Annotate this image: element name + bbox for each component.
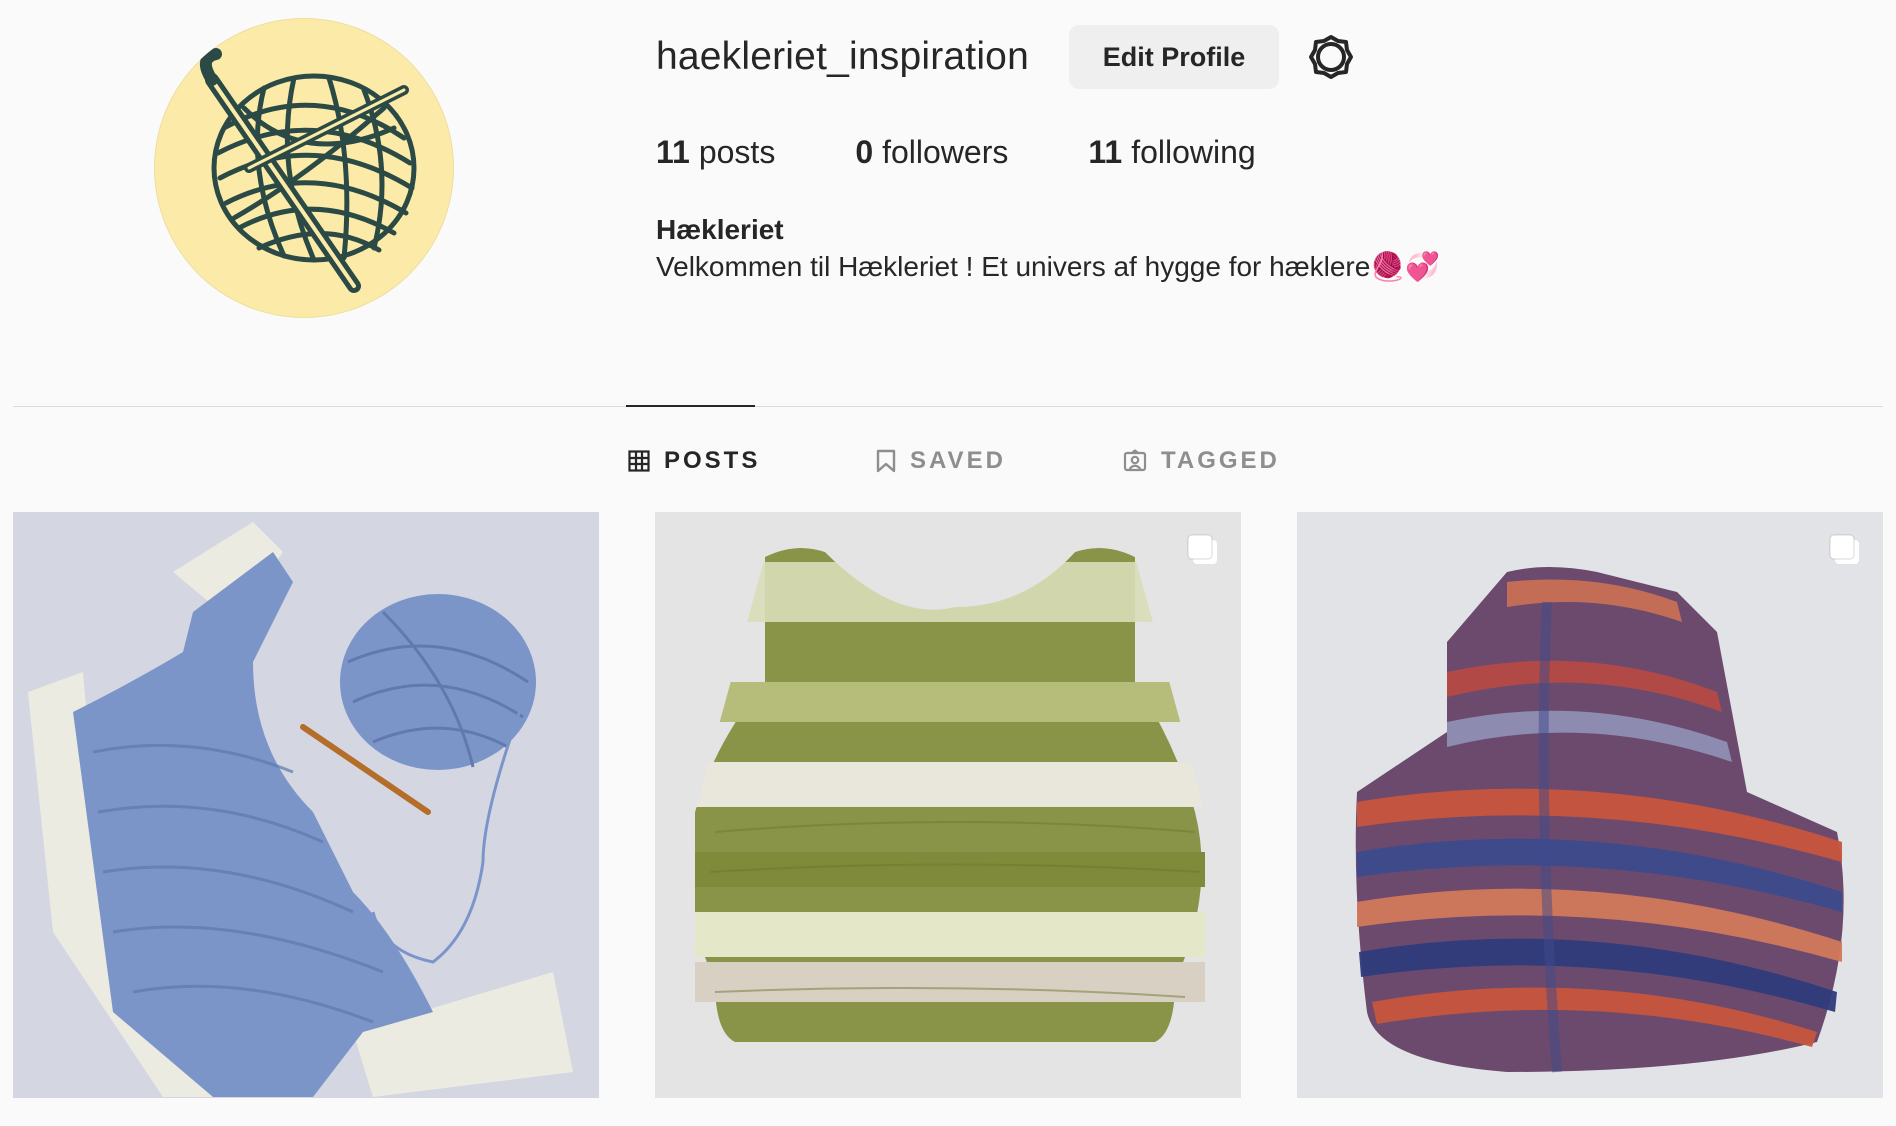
grid-icon	[628, 450, 650, 472]
posts-label: posts	[698, 134, 776, 170]
post-image-multicolor-vest	[1297, 512, 1883, 1098]
profile-stats: 11 posts 0 followers 11 following	[656, 134, 1256, 171]
username: haekleriet_inspiration	[656, 35, 1029, 78]
edit-profile-button[interactable]: Edit Profile	[1068, 25, 1279, 89]
posts-stat: 11 posts	[656, 134, 775, 171]
tab-posts-label: POSTS	[664, 447, 761, 474]
tab-posts[interactable]: POSTS	[628, 444, 760, 478]
yarn-ball-logo	[200, 48, 417, 293]
bookmark-icon	[876, 449, 896, 473]
multiple-photos-icon	[1187, 534, 1217, 564]
tabs-divider	[13, 406, 1883, 407]
followers-count: 0	[855, 134, 874, 170]
followers-label: followers	[882, 134, 1009, 170]
settings-button[interactable]	[1307, 33, 1355, 81]
active-tab-indicator	[626, 405, 755, 407]
following-stat[interactable]: 11 following	[1088, 134, 1255, 171]
post-image-green-vest	[655, 512, 1241, 1098]
profile-avatar[interactable]	[154, 18, 454, 318]
full-name: Hækleriet	[656, 214, 784, 245]
post-thumbnail[interactable]	[1297, 512, 1883, 1098]
following-label: following	[1131, 134, 1256, 170]
profile-page: haekleriet_inspiration Edit Profile 11 p…	[0, 0, 1896, 1126]
following-count: 11	[1088, 134, 1123, 170]
multiple-photos-icon	[1829, 534, 1859, 564]
tab-tagged[interactable]: TAGGED	[1123, 444, 1280, 478]
bio-text: Velkommen til Hækleriet ! Et univers af …	[656, 251, 1441, 282]
tab-saved-label: SAVED	[910, 447, 1006, 474]
post-image-blue-top	[13, 512, 599, 1098]
tab-saved[interactable]: SAVED	[876, 444, 1006, 478]
followers-stat[interactable]: 0 followers	[855, 134, 1008, 171]
tab-tagged-label: TAGGED	[1161, 447, 1280, 474]
gear-icon	[1308, 35, 1353, 79]
username-row: haekleriet_inspiration Edit Profile	[656, 25, 1355, 89]
posts-count: 11	[656, 134, 690, 170]
post-thumbnail[interactable]	[13, 512, 599, 1098]
tagged-person-icon	[1123, 449, 1147, 472]
post-thumbnail[interactable]	[655, 512, 1241, 1098]
